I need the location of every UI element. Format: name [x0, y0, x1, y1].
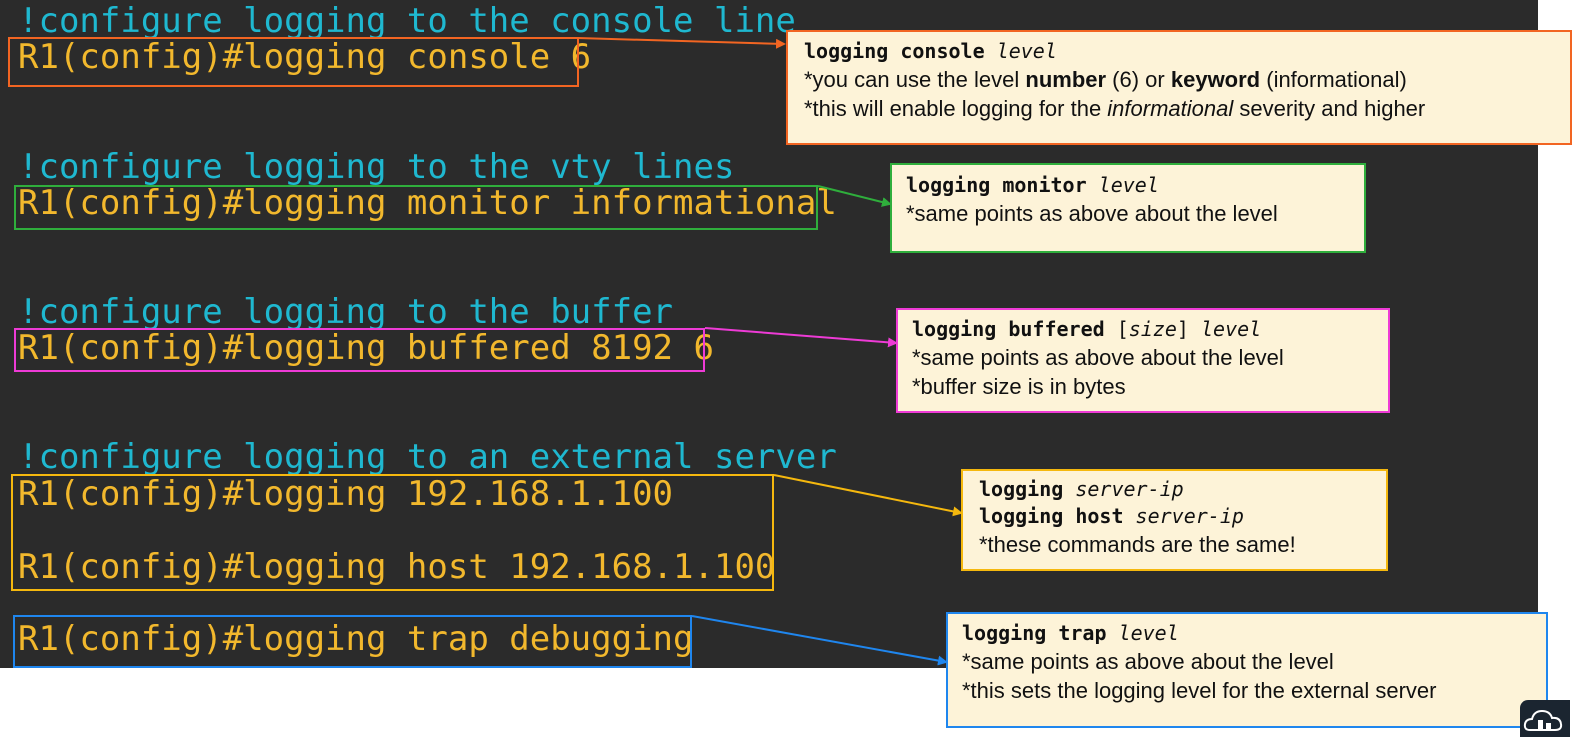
note-logging-console: logging console level *you can use the l… [786, 30, 1572, 145]
note-console-line1: *you can use the level number (6) or key… [804, 67, 1407, 92]
note-console-line2: *this will enable logging for the inform… [804, 96, 1426, 121]
note-server-syntax2: logging host server-ip [979, 504, 1244, 528]
cloud-logo-icon [1520, 700, 1570, 737]
note-server-line1: *these commands are the same! [979, 532, 1296, 557]
arrow-server [773, 474, 963, 517]
note-monitor-line1: *same points as above about the level [906, 201, 1278, 226]
note-trap-syntax: logging trap level [962, 621, 1179, 645]
arrow-buffered [704, 327, 898, 348]
note-logging-monitor: logging monitor level *same points as ab… [890, 163, 1366, 253]
note-buffered-syntax: logging buffered [size] level [912, 317, 1262, 341]
arrow-console [577, 37, 786, 49]
note-server-syntax1: logging server-ip [979, 477, 1184, 501]
note-logging-buffered: logging buffered [size] level *same poin… [896, 308, 1390, 413]
note-console-syntax: logging console level [804, 39, 1057, 63]
note-monitor-syntax: logging monitor level [906, 173, 1159, 197]
note-buffered-line1: *same points as above about the level [912, 345, 1284, 370]
arrow-monitor [817, 185, 892, 207]
note-logging-server: logging server-ip logging host server-ip… [961, 469, 1388, 571]
note-trap-line1: *same points as above about the level [962, 649, 1334, 674]
note-trap-line2: *this sets the logging level for the ext… [962, 678, 1437, 703]
note-buffered-line2: *buffer size is in bytes [912, 374, 1126, 399]
arrow-trap [691, 615, 948, 666]
note-logging-trap: logging trap level *same points as above… [946, 612, 1548, 728]
